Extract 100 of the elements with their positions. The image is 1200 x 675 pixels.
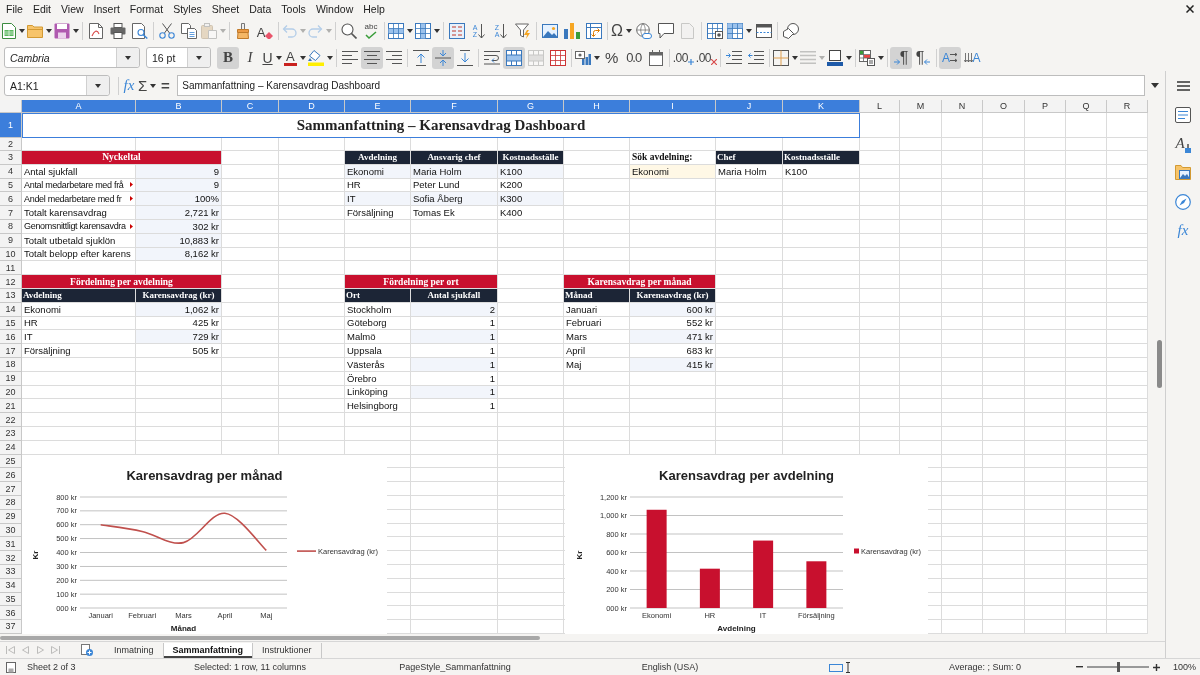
- row-header[interactable]: 16: [0, 330, 22, 345]
- row-header[interactable]: 3: [0, 151, 22, 165]
- add-sheet-icon[interactable]: [81, 644, 93, 656]
- menu-item[interactable]: Insert: [88, 2, 125, 16]
- freeze-rows-columns-button[interactable]: [725, 20, 753, 42]
- row-header[interactable]: 7: [0, 206, 22, 220]
- column-header[interactable]: C: [222, 100, 279, 113]
- column-header[interactable]: G: [498, 100, 564, 113]
- row-header[interactable]: 12: [0, 275, 22, 289]
- menu-item[interactable]: Sheet: [206, 2, 245, 16]
- column-header[interactable]: P: [1025, 100, 1066, 113]
- clear-formatting-button[interactable]: A: [254, 20, 276, 42]
- row-header[interactable]: 2: [0, 138, 22, 151]
- menu-item[interactable]: View: [56, 2, 89, 16]
- dropdown-caret-icon[interactable]: [275, 55, 282, 60]
- right-to-left-button[interactable]: ¶: [912, 46, 935, 69]
- align-center-button[interactable]: [360, 46, 383, 69]
- formula-button[interactable]: =: [157, 74, 174, 97]
- column-header[interactable]: L: [860, 100, 900, 113]
- row-header[interactable]: 22: [0, 413, 22, 427]
- row-header[interactable]: 31: [0, 537, 22, 552]
- language-text[interactable]: English (USA): [641, 662, 699, 672]
- row-header[interactable]: 17: [0, 344, 22, 358]
- row-header[interactable]: 21: [0, 399, 22, 414]
- vertical-scrollbar-thumb[interactable]: [1157, 340, 1162, 388]
- menu-item[interactable]: Help: [358, 2, 390, 16]
- column-header[interactable]: M: [900, 100, 942, 113]
- dropdown-caret-icon[interactable]: [434, 29, 440, 33]
- row-header[interactable]: 26: [0, 468, 22, 483]
- column-header[interactable]: F: [411, 100, 498, 113]
- dropdown-caret-icon[interactable]: [792, 55, 799, 60]
- row-header[interactable]: 27: [0, 482, 22, 496]
- italic-button[interactable]: I: [239, 46, 261, 69]
- insert-columns-button[interactable]: [414, 20, 441, 42]
- dropdown-caret-icon[interactable]: [326, 55, 333, 60]
- name-box[interactable]: A1:K1: [4, 75, 110, 96]
- close-icon[interactable]: [1186, 5, 1194, 13]
- dropdown-caret-icon[interactable]: [150, 83, 157, 88]
- column-header[interactable]: B: [136, 100, 222, 113]
- dropdown-caret-icon[interactable]: [593, 55, 600, 60]
- underline-button[interactable]: U: [261, 46, 283, 69]
- dropdown-caret-icon[interactable]: [878, 55, 885, 60]
- column-header[interactable]: J: [716, 100, 783, 113]
- expand-caret-icon[interactable]: [1151, 83, 1159, 88]
- menu-item[interactable]: Styles: [168, 2, 207, 16]
- function-wizard-button[interactable]: fx: [121, 74, 137, 97]
- menu-item[interactable]: Tools: [276, 2, 311, 16]
- dropdown-caret-icon[interactable]: [125, 55, 131, 60]
- dropdown-caret-icon[interactable]: [196, 55, 202, 60]
- zoom-percent-text[interactable]: 100%: [1168, 662, 1197, 672]
- menu-item[interactable]: Format: [124, 2, 169, 16]
- functions-button[interactable]: fx: [1170, 217, 1196, 244]
- new-button[interactable]: [1, 20, 26, 42]
- delete-decimal-button[interactable]: .00: [694, 46, 719, 69]
- column-header[interactable]: R: [1107, 100, 1148, 113]
- dropdown-caret-icon[interactable]: [19, 29, 25, 33]
- sort-button[interactable]: [446, 20, 468, 42]
- insert-chart-button[interactable]: [561, 20, 583, 42]
- row-header[interactable]: 36: [0, 606, 22, 621]
- copy-button[interactable]: [178, 20, 200, 42]
- row-header[interactable]: 6: [0, 192, 22, 207]
- sum-button[interactable]: Σ: [137, 74, 158, 97]
- selection-mode-icon[interactable]: [829, 661, 851, 673]
- menu-item[interactable]: File: [1, 2, 28, 16]
- column-header[interactable]: K: [783, 100, 860, 113]
- horizontal-scrollbar-thumb[interactable]: [0, 635, 540, 640]
- column-header[interactable]: H: [564, 100, 630, 113]
- dropdown-caret-icon[interactable]: [625, 29, 632, 33]
- menu-item[interactable]: Edit: [27, 2, 56, 16]
- menu-item[interactable]: Window: [310, 2, 359, 16]
- column-header[interactable]: N: [942, 100, 983, 113]
- styles-button[interactable]: A: [1170, 130, 1196, 157]
- document-status-icon[interactable]: [6, 661, 16, 673]
- column-header[interactable]: A: [22, 100, 136, 113]
- merge-and-center-button[interactable]: [502, 46, 525, 69]
- insert-rows-button[interactable]: [387, 20, 414, 42]
- center-vertically-button[interactable]: [431, 46, 454, 69]
- zoom-slider-thumb[interactable]: [1116, 662, 1120, 672]
- dropdown-caret-icon[interactable]: [745, 29, 752, 33]
- sheet-tab[interactable]: Instruktioner: [253, 642, 322, 658]
- column-header[interactable]: D: [279, 100, 345, 113]
- column-header[interactable]: E: [345, 100, 411, 113]
- sheet-tab[interactable]: Inmatning: [105, 642, 164, 658]
- zoom-in-icon[interactable]: [1153, 663, 1160, 671]
- formula-input-field[interactable]: Sammanfattning – Karensavdrag Dashboard: [177, 75, 1145, 96]
- percent-format-button[interactable]: %: [600, 46, 623, 69]
- left-to-right-button[interactable]: ¶: [890, 46, 913, 69]
- row-header[interactable]: 37: [0, 620, 22, 634]
- pivot-table-button[interactable]: [583, 20, 605, 42]
- find-replace-button[interactable]: [338, 20, 360, 42]
- special-character-button[interactable]: Ω: [610, 20, 633, 42]
- dropdown-caret-icon[interactable]: [846, 55, 853, 60]
- column-header[interactable]: Q: [1066, 100, 1107, 113]
- sheet-tab[interactable]: Sammanfattning: [163, 642, 254, 658]
- dropdown-caret-icon[interactable]: [73, 29, 79, 33]
- font-name-combobox[interactable]: Cambria: [4, 47, 140, 68]
- add-decimal-button[interactable]: .00: [671, 46, 695, 69]
- bold-button[interactable]: B: [217, 46, 239, 69]
- dropdown-caret-icon[interactable]: [407, 29, 413, 33]
- dropdown-caret-icon[interactable]: [299, 55, 306, 60]
